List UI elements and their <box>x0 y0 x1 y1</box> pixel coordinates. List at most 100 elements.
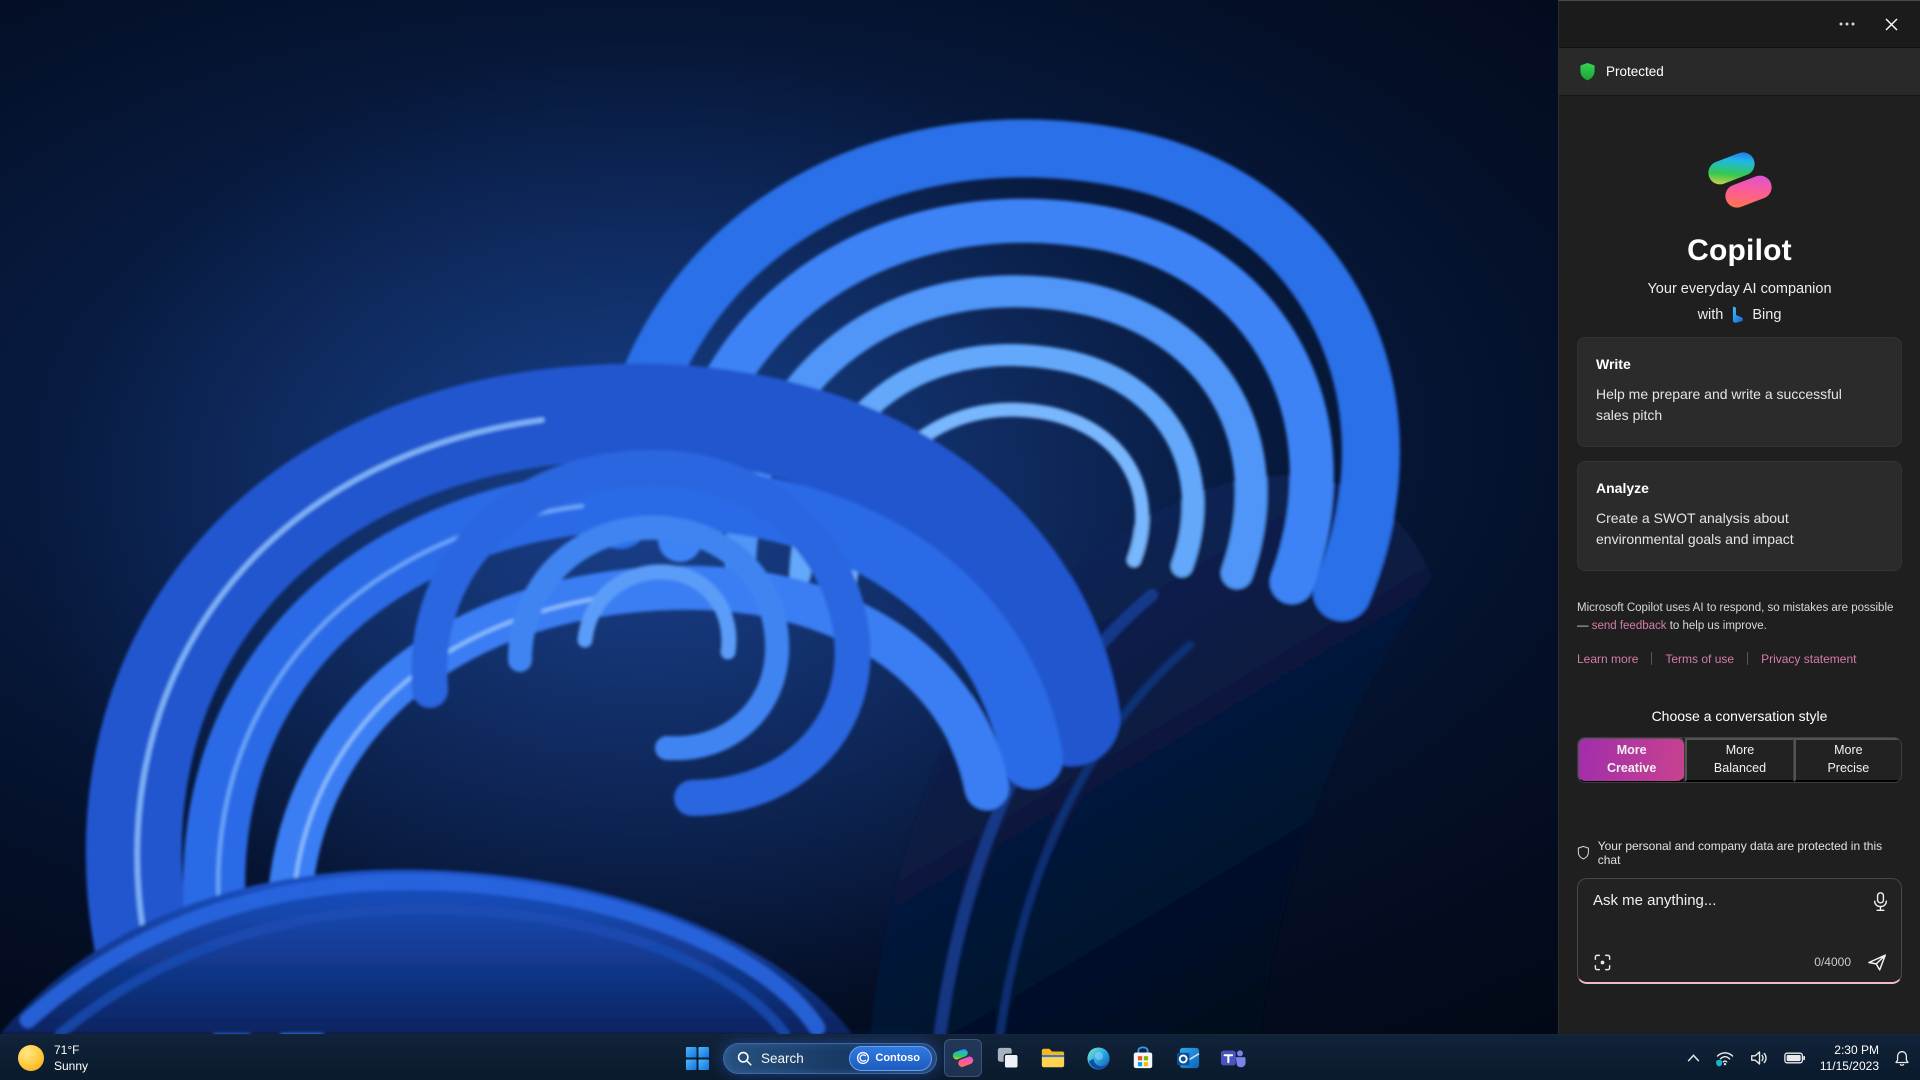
file-explorer-icon <box>1041 1048 1065 1068</box>
copilot-subtitle: Your everyday AI companion <box>1647 281 1832 297</box>
network-button[interactable] <box>1711 1046 1739 1071</box>
notification-button[interactable] <box>1890 1046 1914 1071</box>
battery-icon <box>1784 1052 1805 1064</box>
notification-bell-icon <box>1895 1050 1909 1066</box>
style-option-line1: More <box>1616 743 1647 758</box>
microphone-icon <box>1873 891 1888 911</box>
weather-widget[interactable]: 71°F Sunny <box>8 1035 98 1080</box>
tray-time: 2:30 PM <box>1834 1042 1879 1057</box>
store-button[interactable] <box>1124 1039 1162 1077</box>
style-option-line2: Balanced <box>1713 760 1767 775</box>
contoso-logo-icon <box>857 1051 870 1065</box>
style-option-precise[interactable]: More Precise <box>1793 737 1901 782</box>
wifi-vpn-icon <box>1715 1051 1734 1067</box>
task-view-button[interactable] <box>989 1039 1027 1077</box>
chat-composer[interactable]: Ask me anything... 0/4000 <box>1577 877 1902 984</box>
speaker-icon <box>1750 1051 1767 1065</box>
windows-start-icon <box>685 1046 709 1070</box>
card-body: Help me prepare and write a successful s… <box>1596 386 1842 423</box>
screen-capture-icon <box>1594 954 1611 971</box>
copilot-panel-body: Copilot Your everyday AI companion with … <box>1559 96 1920 1034</box>
style-option-line1: More <box>1725 743 1755 758</box>
taskbar-copilot-button[interactable] <box>944 1039 982 1077</box>
protected-label: Protected <box>1606 64 1664 79</box>
disclaimer-line1: Microsoft Copilot uses AI to respond, so… <box>1577 602 1894 614</box>
terms-of-use-link[interactable]: Terms of use <box>1665 652 1734 666</box>
learn-more-link[interactable]: Learn more <box>1577 652 1638 666</box>
close-icon <box>1885 18 1897 30</box>
card-title: Write <box>1596 356 1631 372</box>
taskbar-center: Search Contoso <box>678 1035 1252 1080</box>
style-option-balanced[interactable]: More Balanced <box>1685 737 1794 782</box>
system-tray: 2:30 PM 11/15/2023 <box>1683 1035 1914 1080</box>
style-option-line2: Precise <box>1827 760 1870 775</box>
with-bing-row: with Bing <box>1577 306 1902 323</box>
search-box[interactable]: Search Contoso <box>723 1042 937 1074</box>
outlook-button[interactable] <box>1169 1039 1207 1077</box>
protected-shield-icon <box>1580 63 1595 81</box>
search-label: Search <box>761 1050 804 1066</box>
card-title: Analyze <box>1596 480 1649 496</box>
edge-icon <box>1086 1046 1110 1070</box>
ai-disclaimer: Microsoft Copilot uses AI to respond, so… <box>1577 599 1902 636</box>
volume-button[interactable] <box>1746 1046 1773 1070</box>
chevron-up-icon <box>1687 1054 1700 1062</box>
conversation-style-switcher: More Creative More Balanced More Precise <box>1577 736 1902 783</box>
close-button[interactable] <box>1874 9 1908 39</box>
send-icon <box>1868 954 1887 971</box>
suggestion-card-write[interactable]: Write Help me prepare and write a succes… <box>1577 337 1902 447</box>
weather-temperature: 71°F <box>54 1042 80 1057</box>
footer-links: Learn more Terms of use Privacy statemen… <box>1577 652 1902 666</box>
clock[interactable]: 2:30 PM 11/15/2023 <box>1816 1042 1883 1074</box>
tray-date: 11/15/2023 <box>1819 1059 1879 1073</box>
copilot-taskbar-icon <box>952 1049 974 1067</box>
microphone-button[interactable] <box>1873 891 1888 912</box>
contoso-badge[interactable]: Contoso <box>849 1045 932 1071</box>
sunny-weather-icon <box>18 1045 44 1071</box>
bing-label: Bing <box>1752 306 1782 323</box>
with-text: with <box>1697 306 1724 323</box>
start-button[interactable] <box>678 1039 716 1077</box>
protected-status-bar: Protected <box>1559 47 1920 96</box>
search-icon <box>737 1051 752 1066</box>
privacy-note: Your personal and company data are prote… <box>1577 839 1902 867</box>
character-counter: 0/4000 <box>1814 955 1851 970</box>
link-divider <box>1747 652 1749 666</box>
send-button[interactable] <box>1867 953 1888 972</box>
screen-capture-button[interactable] <box>1593 953 1612 972</box>
suggestion-card-analyze[interactable]: Analyze Create a SWOT analysis about env… <box>1577 461 1902 571</box>
card-body: Create a SWOT analysis about environment… <box>1596 510 1794 547</box>
style-option-line2: Creative <box>1606 760 1657 775</box>
contoso-badge-label: Contoso <box>875 1052 920 1064</box>
outlook-icon <box>1176 1047 1199 1069</box>
conversation-style-title: Choose a conversation style <box>1651 707 1828 724</box>
shield-outline-icon <box>1577 846 1589 860</box>
privacy-statement-link[interactable]: Privacy statement <box>1761 652 1856 666</box>
copilot-panel: Protected Copilot Your everyday AI compa… <box>1558 0 1920 1034</box>
teams-icon <box>1220 1050 1246 1068</box>
privacy-note-text: Your personal and company data are prote… <box>1597 838 1883 867</box>
screen: Protected Copilot Your everyday AI compa… <box>0 0 1920 1080</box>
file-explorer-button[interactable] <box>1034 1039 1072 1077</box>
copilot-logo <box>1707 152 1772 208</box>
more-options-button[interactable] <box>1830 9 1864 39</box>
store-icon <box>1133 1046 1153 1069</box>
send-feedback-link[interactable]: send feedback <box>1592 620 1667 632</box>
weather-condition: Sunny <box>54 1059 89 1073</box>
style-option-creative[interactable]: More Creative <box>1578 737 1686 782</box>
task-view-icon <box>997 1047 1019 1069</box>
edge-button[interactable] <box>1079 1039 1117 1077</box>
disclaimer-line2-post: to help us improve. <box>1666 620 1767 633</box>
teams-button[interactable] <box>1214 1039 1252 1077</box>
copilot-title: Copilot <box>1687 234 1792 267</box>
bing-icon <box>1733 306 1744 323</box>
copilot-panel-header <box>1559 1 1920 47</box>
style-option-line1: More <box>1834 743 1863 758</box>
tray-chevron-button[interactable] <box>1683 1050 1704 1066</box>
taskbar: 71°F Sunny Search Contoso 2:30 PM 11/15/… <box>0 1034 1920 1080</box>
ellipsis-icon <box>1839 22 1855 26</box>
chat-input[interactable]: Ask me anything... <box>1593 892 1716 909</box>
battery-button[interactable] <box>1780 1048 1809 1068</box>
link-divider <box>1651 652 1653 666</box>
disclaimer-dash: — <box>1577 620 1592 633</box>
